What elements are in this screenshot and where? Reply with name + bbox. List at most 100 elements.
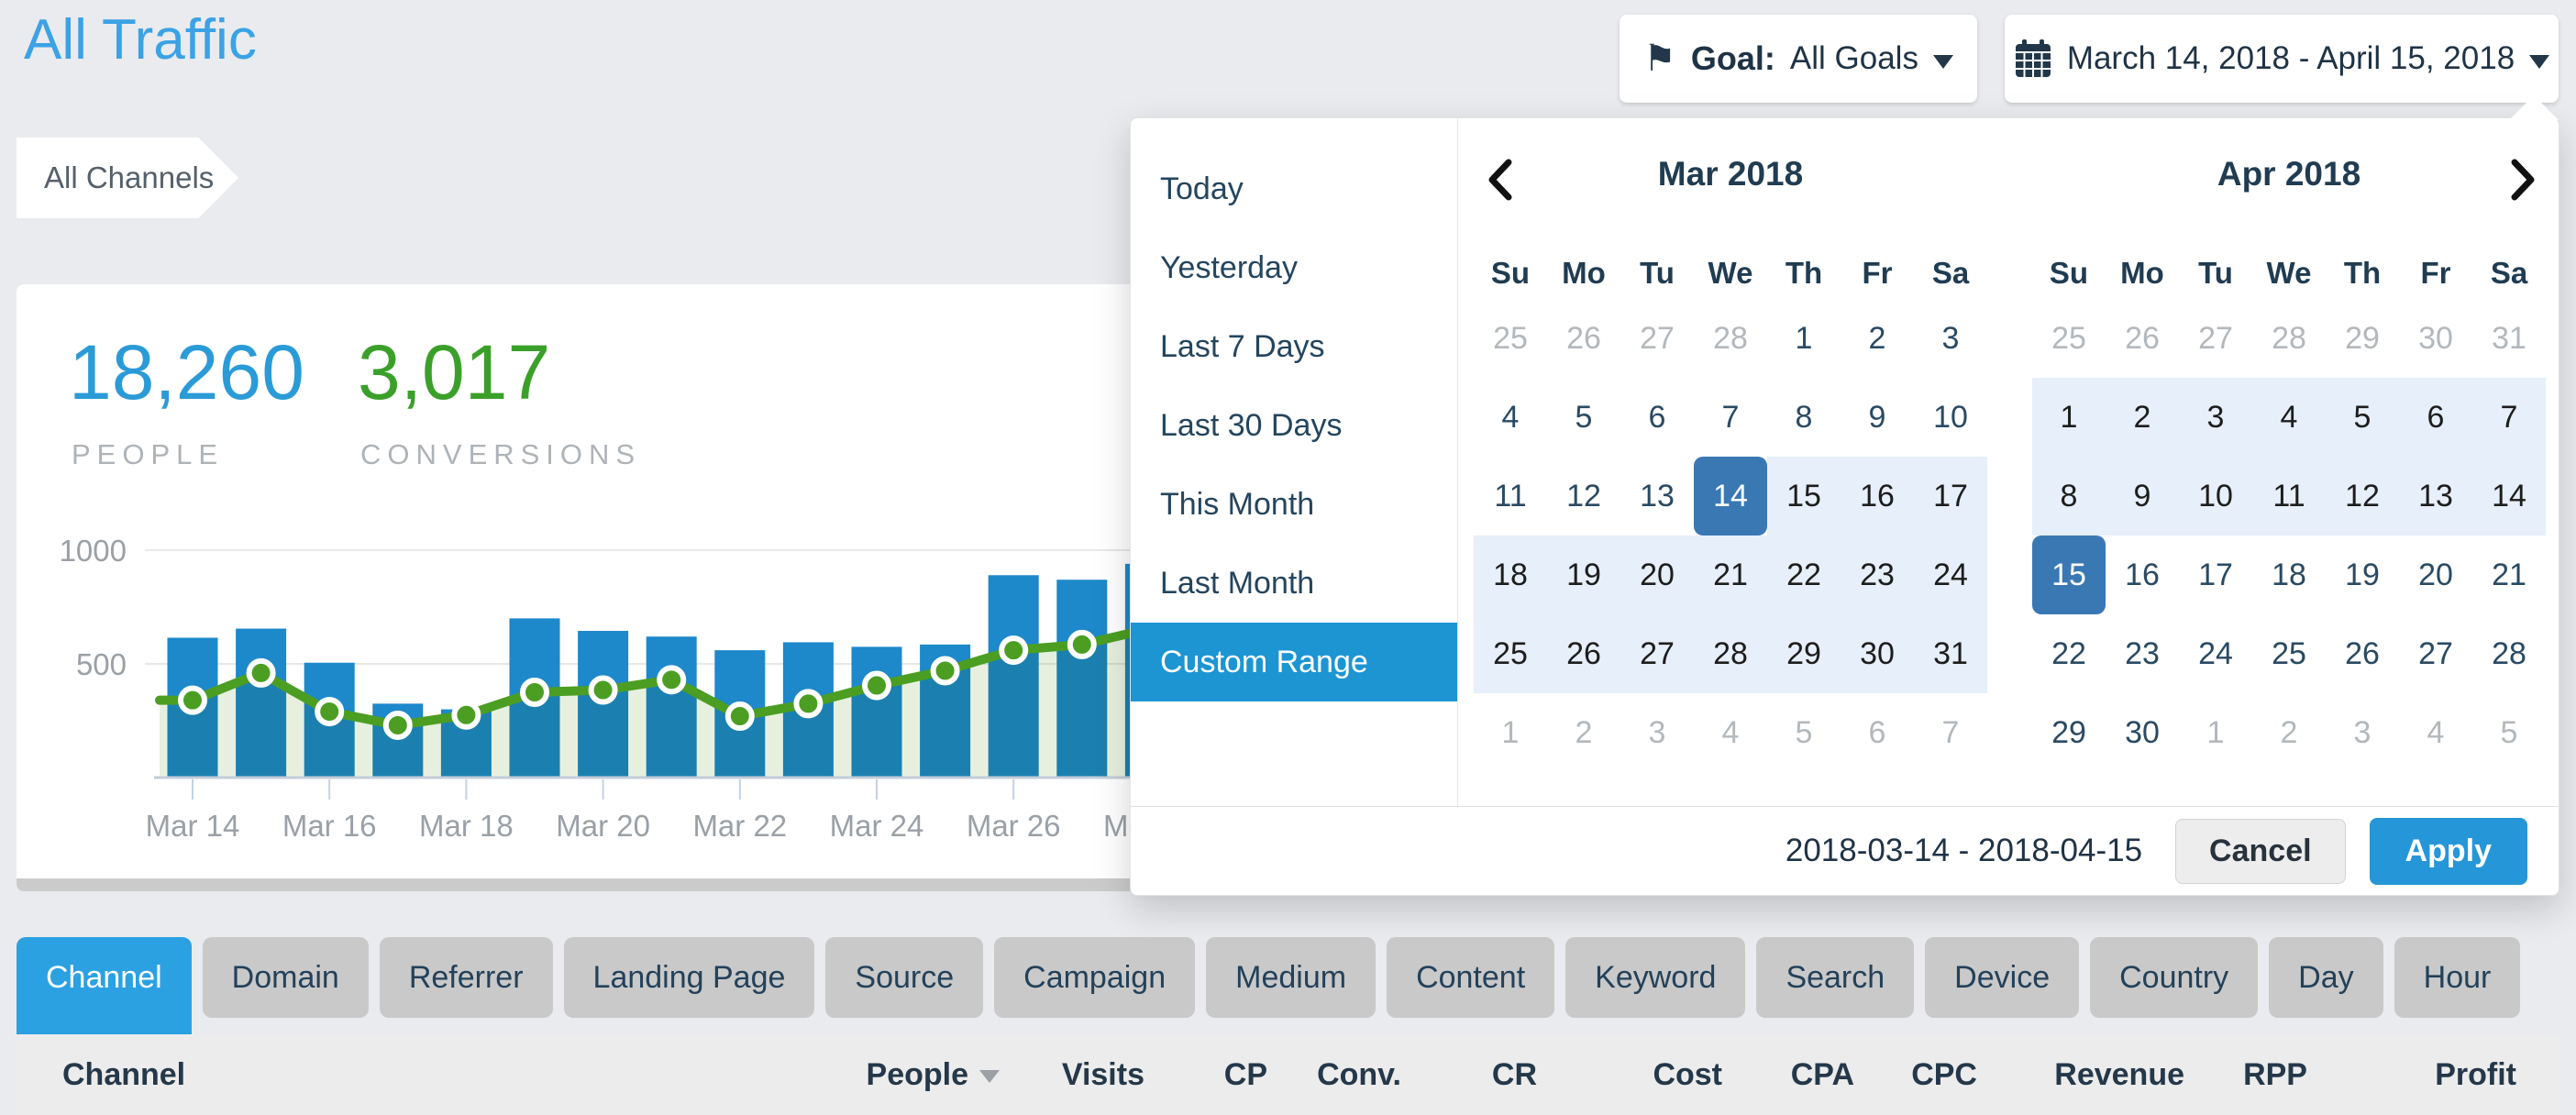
calendar-day[interactable]: 29 [2326, 299, 2399, 378]
calendar-day[interactable]: 25 [1474, 614, 1547, 693]
calendar-day[interactable]: 27 [1620, 614, 1694, 693]
preset-yesterday[interactable]: Yesterday [1131, 228, 1457, 307]
calendar-day[interactable]: 15 [2032, 535, 2106, 614]
calendar-day[interactable]: 31 [2472, 299, 2546, 378]
line-point[interactable] [865, 674, 889, 698]
column-header-visits[interactable]: Visits [1062, 1034, 1144, 1115]
calendar-day[interactable]: 11 [2252, 457, 2326, 535]
apply-button[interactable]: Apply [2370, 818, 2527, 885]
calendar-day[interactable]: 26 [2326, 614, 2399, 693]
calendar-day[interactable]: 26 [1547, 299, 1620, 378]
calendar-day[interactable]: 25 [2032, 299, 2106, 378]
column-header-cp[interactable]: CP [1224, 1034, 1267, 1115]
calendar-day[interactable]: 2 [1547, 693, 1620, 772]
line-point[interactable] [249, 661, 273, 685]
column-header-cpc[interactable]: CPC [1911, 1034, 1977, 1115]
calendar-day[interactable]: 26 [2106, 299, 2179, 378]
calendar-day[interactable]: 7 [1914, 693, 1987, 772]
calendar-day[interactable]: 20 [2399, 535, 2472, 614]
tab-country[interactable]: Country [2090, 937, 2258, 1018]
column-header-rpp[interactable]: RPP [2243, 1034, 2307, 1115]
calendar-day[interactable]: 4 [1474, 378, 1547, 457]
calendar-day[interactable]: 30 [2106, 693, 2179, 772]
column-header-cpa[interactable]: CPA [1791, 1034, 1854, 1115]
calendar-day[interactable]: 14 [2472, 457, 2546, 535]
line-point[interactable] [728, 704, 752, 728]
tab-source[interactable]: Source [825, 937, 983, 1018]
line-point[interactable] [1001, 638, 1025, 662]
calendar-day[interactable]: 24 [2179, 614, 2252, 693]
column-header-channel[interactable]: Channel [62, 1034, 185, 1115]
tab-hour[interactable]: Hour [2394, 937, 2521, 1018]
calendar-day[interactable]: 29 [2032, 693, 2106, 772]
calendar-day[interactable]: 11 [1474, 457, 1547, 535]
calendar-day[interactable]: 21 [2472, 535, 2546, 614]
calendar-day[interactable]: 6 [1620, 378, 1694, 457]
calendar-day[interactable]: 19 [1547, 535, 1620, 614]
calendar-day[interactable]: 12 [2326, 457, 2399, 535]
line-point[interactable] [591, 679, 615, 702]
column-header-cr[interactable]: CR [1492, 1034, 1537, 1115]
calendar-day[interactable]: 9 [2106, 457, 2179, 535]
preset-last-month[interactable]: Last Month [1131, 544, 1457, 623]
calendar-day[interactable]: 5 [1547, 378, 1620, 457]
calendar-day[interactable]: 25 [1474, 299, 1547, 378]
calendar-day[interactable]: 4 [2252, 378, 2326, 457]
calendar-day[interactable]: 6 [1841, 693, 1914, 772]
calendar-day[interactable]: 19 [2326, 535, 2399, 614]
calendar-day[interactable]: 18 [2252, 535, 2326, 614]
calendar-day[interactable]: 24 [1914, 535, 1987, 614]
calendar-next-icon[interactable] [2507, 157, 2538, 203]
line-point[interactable] [796, 691, 820, 715]
line-point[interactable] [454, 703, 478, 727]
calendar-day[interactable]: 2 [2252, 693, 2326, 772]
calendar-day[interactable]: 20 [1620, 535, 1694, 614]
calendar-day[interactable]: 27 [1620, 299, 1694, 378]
calendar-day[interactable]: 3 [2179, 378, 2252, 457]
calendar-day[interactable]: 3 [1914, 299, 1987, 378]
line-point[interactable] [181, 689, 205, 712]
tab-campaign[interactable]: Campaign [994, 937, 1195, 1018]
calendar-day[interactable]: 10 [2179, 457, 2252, 535]
calendar-day[interactable]: 16 [1841, 457, 1914, 535]
line-point[interactable] [386, 713, 410, 737]
tab-channel[interactable]: Channel [17, 937, 192, 1034]
calendar-day[interactable]: 7 [1694, 378, 1767, 457]
calendar-day[interactable]: 14 [1694, 457, 1767, 535]
calendar-day[interactable]: 13 [2399, 457, 2472, 535]
calendar-day[interactable]: 22 [2032, 614, 2106, 693]
column-header-conv-[interactable]: Conv. [1317, 1034, 1401, 1115]
calendar-day[interactable]: 7 [2472, 378, 2546, 457]
calendar-day[interactable]: 8 [2032, 457, 2106, 535]
calendar-day[interactable]: 13 [1620, 457, 1694, 535]
preset-today[interactable]: Today [1131, 149, 1457, 228]
preset-this-month[interactable]: This Month [1131, 465, 1457, 544]
calendar-day[interactable]: 28 [2252, 299, 2326, 378]
calendar-day[interactable]: 6 [2399, 378, 2472, 457]
tab-search[interactable]: Search [1756, 937, 1914, 1018]
calendar-day[interactable]: 31 [1914, 614, 1987, 693]
calendar-day[interactable]: 16 [2106, 535, 2179, 614]
calendar-day[interactable]: 21 [1694, 535, 1767, 614]
calendar-day[interactable]: 30 [1841, 614, 1914, 693]
calendar-day[interactable]: 23 [2106, 614, 2179, 693]
calendar-day[interactable]: 26 [1547, 614, 1620, 693]
calendar-prev-icon[interactable] [1485, 157, 1516, 203]
calendar-day[interactable]: 10 [1914, 378, 1987, 457]
calendar-day[interactable]: 17 [1914, 457, 1987, 535]
preset-last-7-days[interactable]: Last 7 Days [1131, 307, 1457, 386]
preset-last-30-days[interactable]: Last 30 Days [1131, 386, 1457, 465]
calendar-day[interactable]: 17 [2179, 535, 2252, 614]
calendar-day[interactable]: 27 [2399, 614, 2472, 693]
calendar-day[interactable]: 1 [2032, 378, 2106, 457]
column-header-profit[interactable]: Profit [2435, 1034, 2516, 1115]
date-range-button[interactable]: March 14, 2018 - April 15, 2018 [2005, 15, 2559, 103]
calendar-day[interactable]: 25 [2252, 614, 2326, 693]
breadcrumb-all-channels[interactable]: All Channels [17, 138, 238, 218]
line-point[interactable] [1070, 633, 1094, 657]
preset-custom-range[interactable]: Custom Range [1131, 623, 1457, 701]
calendar-day[interactable]: 5 [2326, 378, 2399, 457]
line-point[interactable] [934, 658, 957, 682]
cancel-button[interactable]: Cancel [2175, 819, 2346, 884]
calendar-day[interactable]: 22 [1767, 535, 1841, 614]
